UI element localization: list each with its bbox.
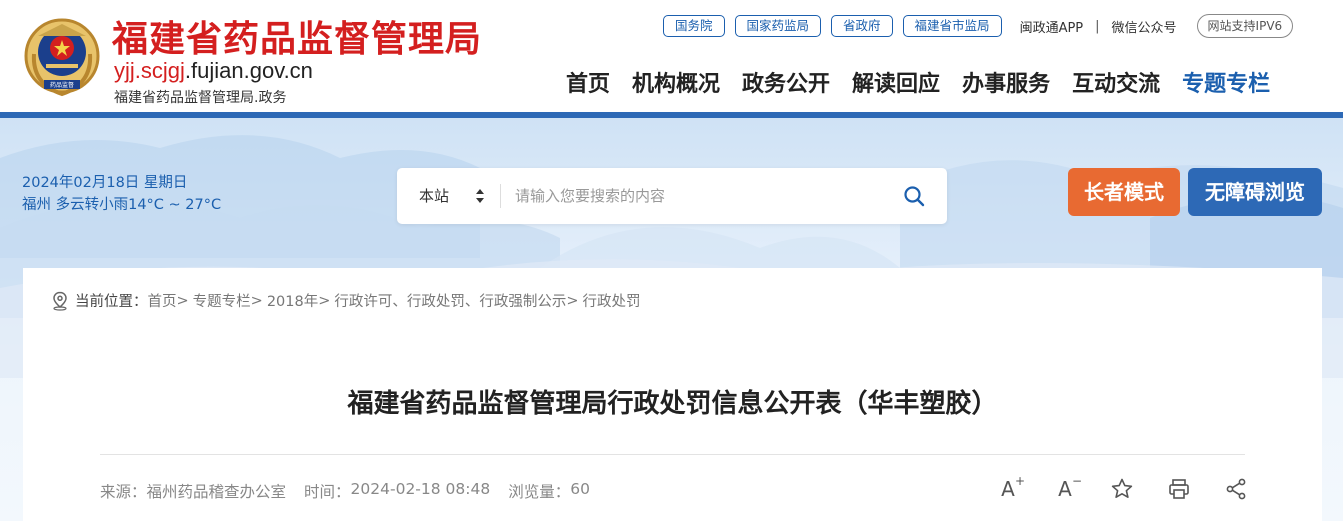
article-meta: 来源： 福州药品稽查办公室 时间： 2024-02-18 08:48 浏览量： 60	[100, 480, 590, 502]
font-decrease-mark: −	[1071, 474, 1082, 488]
nav-organization[interactable]: 机构概况	[632, 66, 720, 98]
emblem-caption: 药品监督	[50, 81, 74, 89]
breadcrumb-2018[interactable]: 2018年	[267, 290, 318, 311]
breadcrumb: 当前位置： 首页 > 专题专栏 > 2018年 > 行政许可、行政处罚、行政强制公示 >…	[51, 290, 641, 311]
time-value: 2024-02-18 08:48	[350, 480, 491, 498]
search-icon[interactable]	[902, 184, 926, 208]
domain-suffix: .fujian.gov.cn	[184, 58, 313, 83]
views-value: 60	[570, 480, 590, 498]
title-divider	[100, 454, 1245, 455]
breadcrumb-separator: >	[176, 292, 189, 309]
article-title: 福建省药品监督管理局行政处罚信息公开表（华丰塑胶）	[347, 389, 998, 419]
search-divider	[500, 184, 501, 208]
font-decrease-icon[interactable]: A −	[1052, 474, 1082, 502]
nav-interpretation[interactable]: 解读回应	[852, 66, 940, 98]
breadcrumb-separator: >	[318, 292, 331, 309]
content-card: 当前位置： 首页 > 专题专栏 > 2018年 > 行政许可、行政处罚、行政强制公示 >…	[23, 268, 1322, 521]
article-tools: A + A −	[995, 474, 1249, 502]
breadcrumb-separator: >	[250, 292, 263, 309]
font-decrease-glyph: A	[1058, 477, 1072, 501]
app-link[interactable]: 闽政通APP	[1020, 17, 1084, 36]
time-label: 时间：	[304, 483, 351, 501]
breadcrumb-special-topics[interactable]: 专题专栏	[193, 290, 251, 311]
search-bar: 本站	[397, 168, 947, 224]
top-separator: |	[1095, 18, 1100, 34]
site-header: 药品监督 福建省药品监督管理局 yjj.scjgj.fujian.gov.cn …	[0, 0, 1343, 112]
toplink-nmpa[interactable]: 国家药监局	[734, 15, 822, 37]
weather: 福州 多云转小雨14°C ~ 27°C	[22, 197, 222, 213]
date-weather: 2024年02月18日 星期日 福州 多云转小雨14°C ~ 27°C	[22, 172, 221, 216]
breadcrumb-home[interactable]: 首页	[148, 290, 177, 311]
share-icon[interactable]	[1223, 476, 1249, 502]
police-emblem-icon: 药品监督	[24, 18, 100, 97]
search-input[interactable]	[515, 178, 885, 214]
elder-mode-button[interactable]: 长者模式	[1068, 168, 1180, 216]
breadcrumb-label: 当前位置：	[75, 294, 148, 310]
domain-prefix: yjj.scjgj	[114, 58, 185, 83]
wechat-link[interactable]: 微信公众号	[1112, 17, 1177, 36]
ipv6-badge: 网站支持IPV6	[1196, 14, 1294, 38]
source-label: 来源：	[100, 483, 147, 501]
site-name[interactable]: 福建省药品监督管理局	[112, 10, 482, 62]
updown-arrow-icon[interactable]	[475, 188, 485, 204]
top-links: 国务院 国家药监局 省政府 福建省市监局 闽政通APP | 微信公众号 网站支持…	[663, 14, 1294, 38]
toplink-market-supervision[interactable]: 福建省市监局	[902, 15, 1002, 37]
location-pin-icon	[53, 291, 67, 311]
breadcrumb-penalty[interactable]: 行政处罚	[583, 290, 641, 311]
nav-services[interactable]: 办事服务	[962, 66, 1050, 98]
nav-special-topics[interactable]: 专题专栏	[1182, 66, 1270, 98]
breadcrumb-publicity[interactable]: 行政许可、行政处罚、行政强制公示	[334, 290, 566, 311]
nav-interaction[interactable]: 互动交流	[1072, 66, 1160, 98]
toplink-guowuyuan[interactable]: 国务院	[663, 15, 725, 37]
nav-gov-affairs[interactable]: 政务公开	[742, 66, 830, 98]
site-domain: yjj.scjgj.fujian.gov.cn	[114, 58, 313, 84]
site-suffix: 福建省药品监督管理局.政务	[114, 90, 287, 106]
print-icon[interactable]	[1166, 476, 1192, 502]
font-increase-mark: +	[1014, 474, 1025, 488]
current-date: 2024年02月18日 星期日	[22, 175, 188, 191]
main-nav: 首页 机构概况 政务公开 解读回应 办事服务 互动交流 专题专栏	[566, 66, 1270, 98]
source-value: 福州药品稽查办公室	[146, 483, 287, 501]
font-increase-icon[interactable]: A +	[995, 474, 1025, 502]
toplink-province-gov[interactable]: 省政府	[831, 15, 893, 37]
font-increase-glyph: A	[1001, 477, 1015, 501]
nav-home[interactable]: 首页	[566, 66, 610, 98]
accessibility-button[interactable]: 无障碍浏览	[1188, 168, 1322, 216]
search-scope-select[interactable]: 本站	[419, 168, 449, 224]
views-label: 浏览量：	[508, 483, 571, 501]
breadcrumb-separator: >	[566, 292, 579, 309]
star-icon[interactable]	[1109, 476, 1135, 502]
